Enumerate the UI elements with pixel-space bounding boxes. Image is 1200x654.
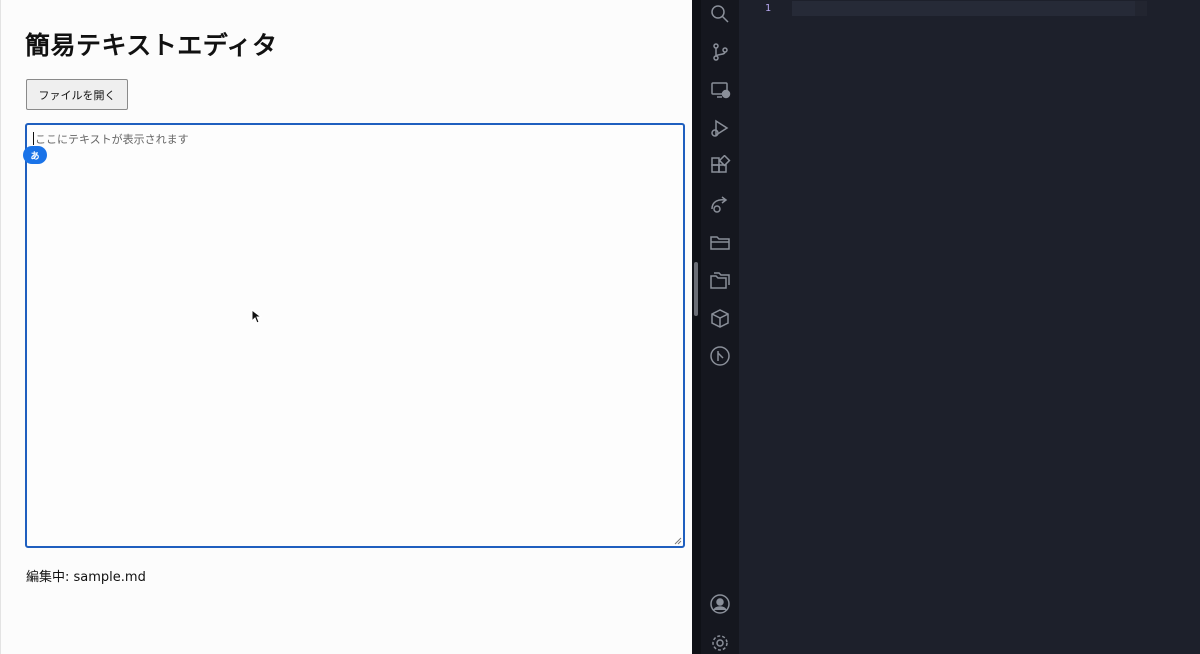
text-caret bbox=[33, 132, 34, 145]
page-title: 簡易テキストエディタ bbox=[25, 31, 278, 60]
activity-bar bbox=[701, 0, 739, 654]
git-graph-icon[interactable] bbox=[709, 345, 731, 367]
run-debug-icon[interactable] bbox=[709, 117, 731, 139]
remote-explorer-icon[interactable] bbox=[709, 79, 731, 101]
open-file-button[interactable]: ファイルを開く bbox=[26, 79, 128, 110]
settings-gear-icon[interactable] bbox=[709, 632, 731, 654]
code-editor-area[interactable]: 1 bbox=[739, 0, 1200, 654]
mouse-pointer-icon bbox=[251, 309, 263, 324]
account-icon[interactable] bbox=[709, 593, 731, 615]
package-icon[interactable] bbox=[709, 307, 731, 329]
text-editor-app: 簡易テキストエディタ ファイルを開く ここにテキストが表示されます あ 編集中:… bbox=[0, 0, 692, 654]
folder-icon[interactable] bbox=[709, 231, 731, 253]
source-control-icon[interactable] bbox=[709, 41, 731, 63]
current-line-highlight bbox=[792, 1, 1135, 16]
live-share-icon[interactable] bbox=[709, 193, 731, 215]
split-divider[interactable] bbox=[692, 0, 701, 654]
line-highlight-end bbox=[1135, 1, 1147, 16]
search-icon[interactable] bbox=[709, 3, 731, 25]
editor-placeholder: ここにテキストが表示されます bbox=[35, 133, 189, 146]
text-editor-textarea[interactable]: ここにテキストが表示されます あ bbox=[23, 123, 685, 548]
split-drag-handle[interactable] bbox=[694, 262, 698, 316]
extensions-icon[interactable] bbox=[709, 154, 731, 177]
ime-mode-indicator: あ bbox=[23, 146, 47, 164]
line-number: 1 bbox=[765, 3, 772, 14]
folders-icon[interactable] bbox=[709, 269, 731, 291]
editing-status: 編集中: sample.md bbox=[26, 570, 146, 585]
resize-grip-icon[interactable] bbox=[674, 537, 682, 545]
